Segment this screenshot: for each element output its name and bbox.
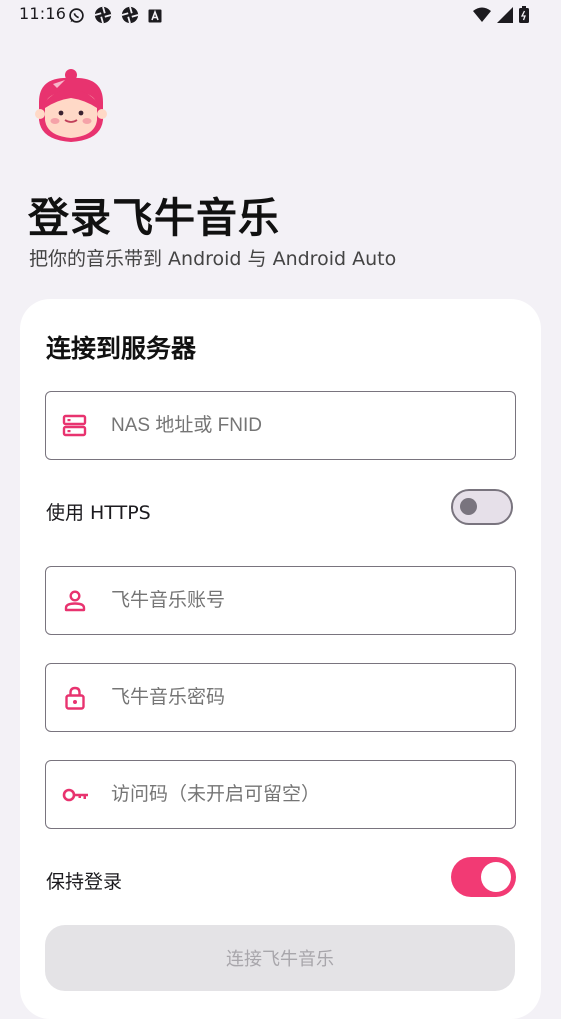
password-input[interactable] — [111, 687, 491, 709]
toggle-knob — [481, 862, 511, 892]
server-icon — [62, 413, 88, 439]
lock-icon — [62, 685, 88, 711]
font-a-icon — [148, 8, 162, 27]
server-address-input[interactable] — [111, 415, 491, 437]
card-title: 连接到服务器 — [46, 334, 197, 363]
keep-login-toggle[interactable] — [451, 857, 516, 897]
aperture-icon — [121, 6, 139, 28]
wifi-icon — [473, 7, 491, 27]
toggle-knob — [460, 498, 477, 515]
password-field[interactable] — [45, 663, 516, 732]
battery-icon — [519, 6, 529, 27]
keep-login-label: 保持登录 — [46, 871, 123, 893]
https-label: 使用 HTTPS — [46, 502, 151, 524]
signal-icon — [497, 6, 513, 27]
app-logo — [35, 68, 107, 144]
whatsapp-icon — [68, 7, 85, 28]
connect-button[interactable]: 连接飞牛音乐 — [45, 925, 515, 991]
page-subtitle: 把你的音乐带到 Android 与 Android Auto — [29, 248, 397, 270]
status-time: 11:16 — [19, 4, 67, 23]
aperture-icon — [94, 6, 112, 28]
page-title: 登录飞牛音乐 — [28, 194, 280, 242]
access-code-field[interactable] — [45, 760, 516, 829]
person-icon — [62, 588, 88, 614]
username-input[interactable] — [111, 590, 491, 612]
username-field[interactable] — [45, 566, 516, 635]
status-bar: 11:16 — [0, 0, 561, 30]
access-code-input[interactable] — [111, 784, 491, 806]
https-toggle[interactable] — [451, 489, 513, 525]
key-icon — [62, 782, 88, 808]
server-address-field[interactable] — [45, 391, 516, 460]
login-card: 连接到服务器 使用 HTTPS 保持登录 连接飞牛音乐 — [20, 299, 541, 1019]
